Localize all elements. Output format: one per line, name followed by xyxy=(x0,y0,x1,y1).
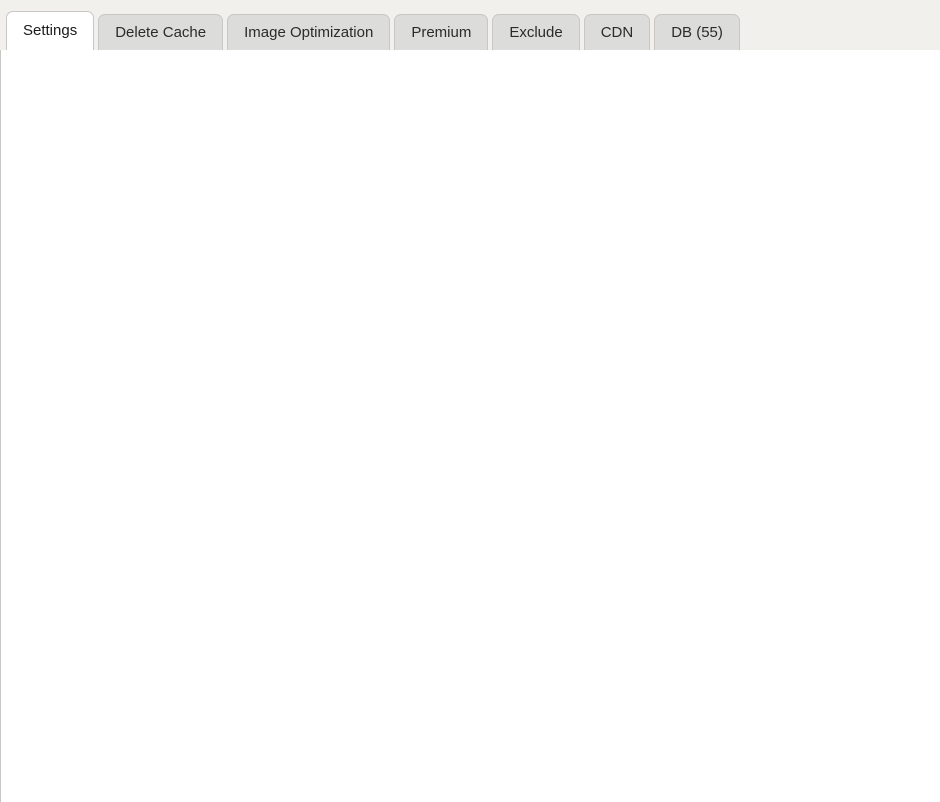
tab-bar: SettingsDelete CacheImage OptimizationPr… xyxy=(0,0,940,50)
tab-premium[interactable]: Premium xyxy=(394,14,488,50)
tab-exclude[interactable]: Exclude xyxy=(492,14,579,50)
tab-image-optimization[interactable]: Image Optimization xyxy=(227,14,390,50)
tab-cdn[interactable]: CDN xyxy=(584,14,651,50)
tab-delete-cache[interactable]: Delete Cache xyxy=(98,14,223,50)
tab-settings[interactable]: Settings xyxy=(6,11,94,50)
plugin-settings-window: SettingsDelete CacheImage OptimizationPr… xyxy=(0,0,940,802)
tab-db-55[interactable]: DB (55) xyxy=(654,14,740,50)
settings-panel xyxy=(0,49,940,802)
active-tab-notch xyxy=(7,48,76,51)
